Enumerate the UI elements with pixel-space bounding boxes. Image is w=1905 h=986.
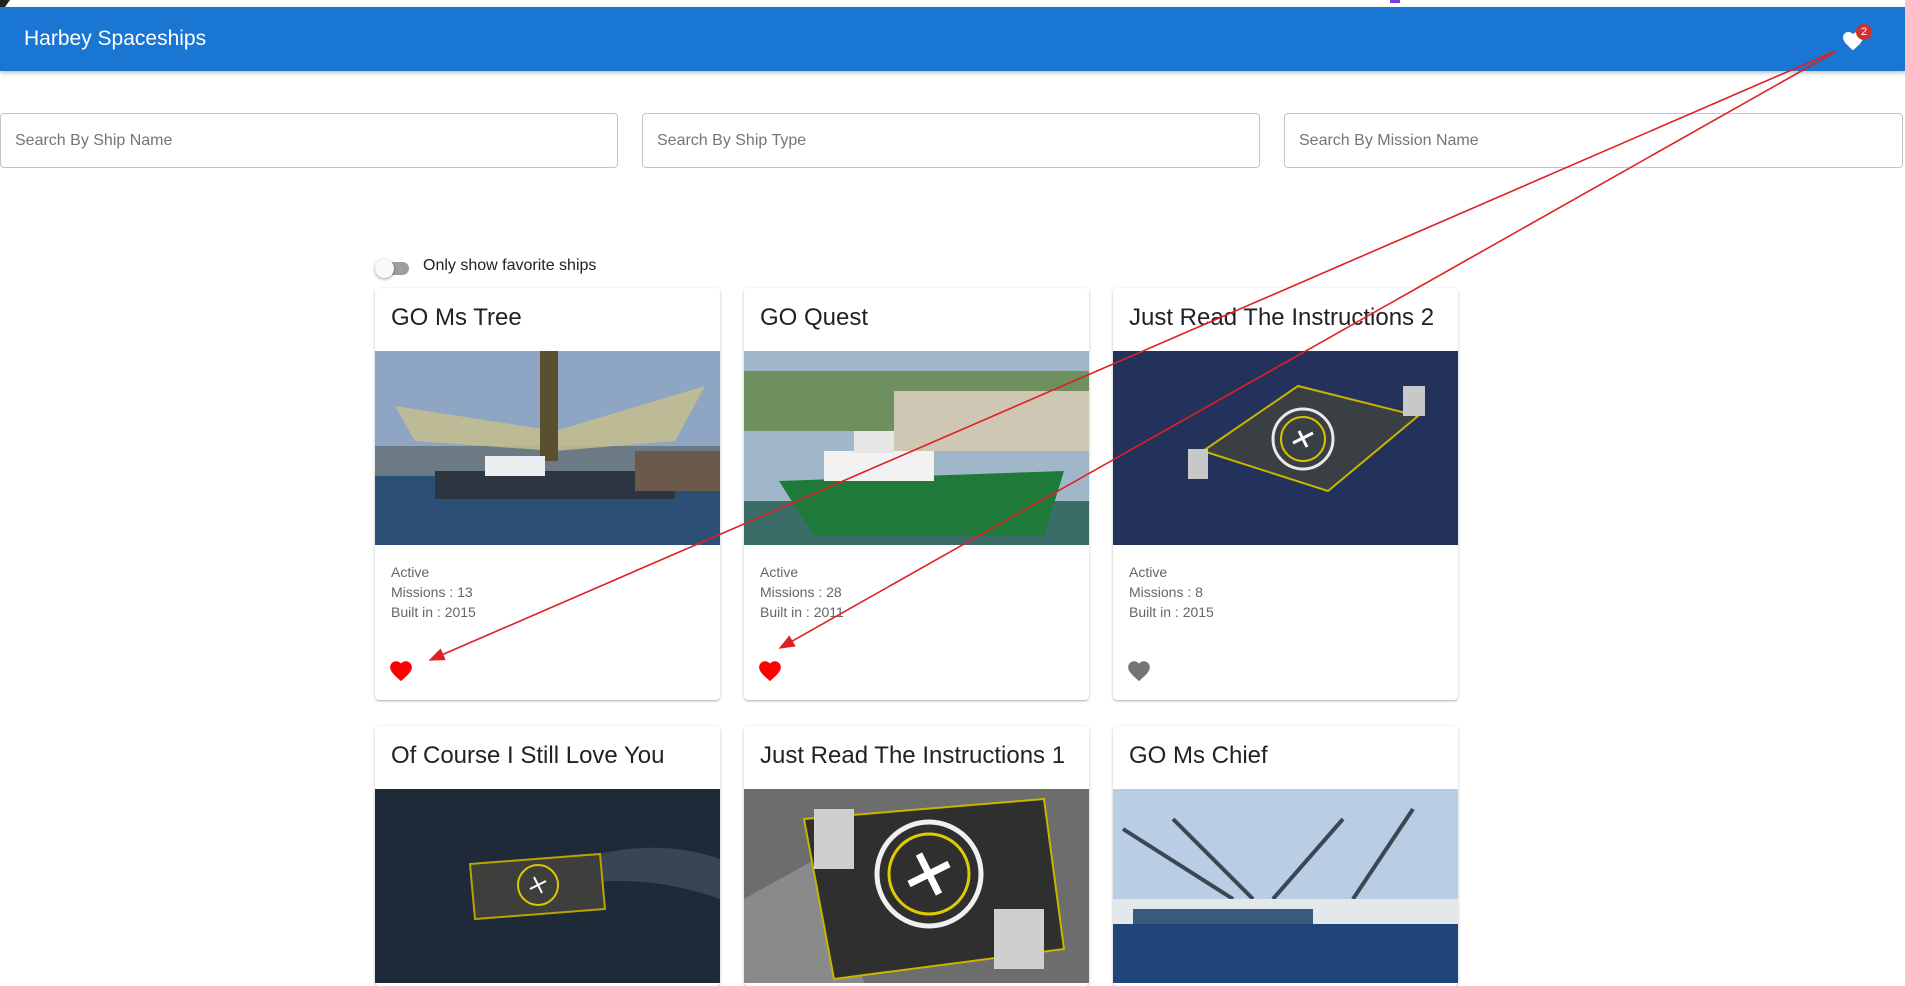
ship-name: GO Ms Chief [1129,742,1268,769]
ship-missions: Missions : 28 [760,584,842,600]
favorite-heart-icon[interactable] [1126,658,1152,684]
ship-image [375,789,720,983]
ship-card: GO Quest Active Missions : 28 Built in :… [744,288,1089,700]
favorites-count-badge: 2 [1856,24,1872,40]
favorite-heart-icon[interactable] [388,658,414,684]
ship-name: Of Course I Still Love You [391,742,665,769]
ship-status: Active [1129,564,1168,580]
ship-card: GO Ms Tree Active Missions : 13 Built in… [375,288,720,700]
favorites-only-label: Only show favorite ships [423,257,597,274]
ship-card: Just Read The Instructions 1 [744,726,1089,986]
ship-card: GO Ms Chief [1113,726,1458,986]
browser-top-strip [0,0,1905,7]
ship-image [1113,789,1458,983]
ship-name: GO Ms Tree [391,304,522,331]
search-ship-name-input[interactable] [0,113,618,168]
ship-status: Active [760,564,799,580]
ship-image [1113,351,1458,545]
ship-info: Active Missions : 8 Built in : 2015 [1129,562,1214,622]
ship-image [744,351,1089,545]
ship-missions: Missions : 13 [391,584,473,600]
ship-image [744,789,1089,983]
ship-built-year: Built in : 2011 [760,604,844,620]
ship-built-year: Built in : 2015 [1129,604,1214,620]
search-mission-name-input[interactable] [1284,113,1903,168]
tab-indicator [1390,0,1400,3]
switch-thumb [375,259,394,278]
ship-image [375,351,720,545]
app-bar: Harbey Spaceships 2 [0,7,1905,71]
ship-card: Of Course I Still Love You [375,726,720,986]
favorites-button[interactable]: 2 [1838,24,1872,55]
ship-name: Just Read The Instructions 1 [760,742,1066,769]
search-ship-type-input[interactable] [642,113,1260,168]
ship-missions: Missions : 8 [1129,584,1203,600]
ship-built-year: Built in : 2015 [391,604,476,620]
ship-status: Active [391,564,430,580]
ship-info: Active Missions : 13 Built in : 2015 [391,562,476,622]
favorites-only-switch[interactable] [375,258,411,278]
favorite-heart-icon[interactable] [757,658,783,684]
ship-name: Just Read The Instructions 2 [1129,304,1435,331]
ship-name: GO Quest [760,304,869,331]
ship-card: Just Read The Instructions 2 Active Miss… [1113,288,1458,700]
ship-info: Active Missions : 28 Built in : 2011 [760,562,844,622]
app-title: Harbey Spaceships [24,27,207,50]
